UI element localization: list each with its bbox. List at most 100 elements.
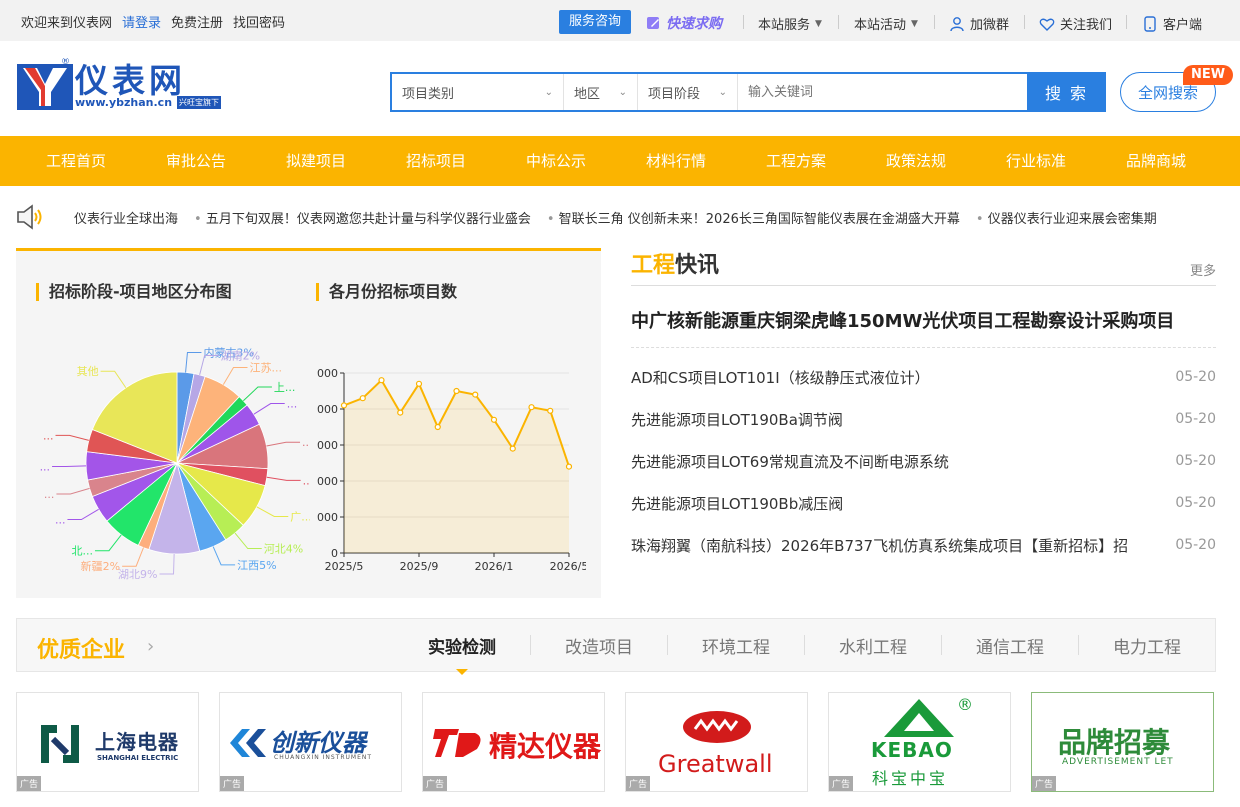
- x-tick-label: 2025/9: [400, 560, 439, 573]
- line-point[interactable]: [415, 380, 423, 387]
- line-point[interactable]: [472, 391, 479, 398]
- region-pie-chart: 内蒙古3%湖南2%江苏...上............广...河北4%江西5%湖…: [40, 345, 310, 580]
- phone-icon: [1144, 15, 1156, 32]
- y-tick-label: 000: [317, 475, 338, 488]
- chevron-down-icon: ⌄: [618, 86, 627, 98]
- pie-label-line: [256, 506, 289, 517]
- news-item[interactable]: AD和CS项目LOT101I（核级静压式液位计） 05-20: [631, 356, 1216, 398]
- line-point[interactable]: [340, 402, 348, 409]
- news-item[interactable]: 先进能源项目LOT190Ba调节阀 05-20: [631, 398, 1216, 440]
- recover-password-link[interactable]: 找回密码: [233, 12, 285, 31]
- logo-kebao[interactable]: ® KEBAO 科宝中宝 广告: [828, 692, 1011, 792]
- news-item[interactable]: 先进能源项目LOT190Bb减压阀 05-20: [631, 482, 1216, 524]
- y-tick-label: 000: [317, 439, 338, 452]
- pencil-icon: [647, 17, 659, 29]
- pie-slice-label: 新疆2%: [81, 559, 120, 573]
- chevron-right-icon[interactable]: ›: [147, 636, 154, 657]
- news-item[interactable]: 先进能源项目LOT69常规直流及不间断电源系统 05-20: [631, 440, 1216, 482]
- x-tick-label: 2025/5: [325, 560, 364, 573]
- site-services-menu[interactable]: 本站服务 ▼: [758, 14, 822, 33]
- line-point[interactable]: [397, 409, 404, 416]
- news-item-date: 05-20: [1175, 537, 1216, 553]
- ticker-item[interactable]: 智联长三角 仪创新未来！2026长三角国际智能仪表展在金湖盛大开幕: [547, 208, 960, 227]
- site-events-label: 本站活动: [854, 18, 907, 33]
- ticker-item[interactable]: 仪器仪表行业迎来展会密集期: [976, 208, 1157, 227]
- news-ticker: 仪表行业全球出海 五月下旬双展！仪表网邀您共赴计量与科学仪器行业盛会 智联长三角…: [16, 202, 1216, 232]
- follow-us-link[interactable]: 关注我们: [1039, 14, 1112, 33]
- nav-item-approval[interactable]: 审批公告: [136, 136, 256, 186]
- pie-label-line: [222, 366, 248, 385]
- line-point[interactable]: [378, 377, 385, 384]
- line-point[interactable]: [528, 404, 535, 411]
- news-title-accent: 工程: [631, 253, 676, 278]
- top-bar: 欢迎来到仪表网 请登录 免费注册 找回密码 服务咨询 快速求购 本站服务 ▼ 本…: [0, 0, 1240, 41]
- nav-item-materials[interactable]: 材料行情: [616, 136, 736, 186]
- ad-tag: 广告: [17, 776, 42, 791]
- tab-renovation[interactable]: 改造项目: [531, 633, 667, 658]
- wechat-group-label: 加微群: [970, 18, 1010, 33]
- quick-buy-link[interactable]: 快速求购: [646, 13, 722, 33]
- client-link[interactable]: 客户端: [1142, 14, 1202, 33]
- nav-item-standards[interactable]: 行业标准: [976, 136, 1096, 186]
- x-tick-label: 2026/1: [475, 560, 514, 573]
- divider: [838, 15, 839, 29]
- nav-item-plans[interactable]: 工程方案: [736, 136, 856, 186]
- chevron-down-icon: ⌄: [544, 86, 553, 98]
- logo-name: Greatwall: [658, 750, 773, 778]
- ad-tag: 广告: [220, 776, 245, 791]
- logo-chuangxin[interactable]: 创新仪器 CHUANGXIN INSTRUMENT 广告: [219, 692, 402, 792]
- project-news: 工程快讯 更多 中广核新能源重庆铜梁虎峰150MW光伏项目工程勘察设计采购项目 …: [631, 248, 1216, 598]
- tab-power[interactable]: 电力工程: [1079, 633, 1215, 658]
- jingda-icon: [433, 729, 481, 757]
- logo-jingda[interactable]: 精达仪器 广告: [422, 692, 605, 792]
- region-select[interactable]: 地区 ⌄: [564, 74, 638, 110]
- region-label: 地区: [574, 86, 601, 102]
- pie-label-line: [242, 386, 272, 402]
- site-logo[interactable]: ® 仪表网 www.ybzhan.cn 兴旺宝旗下: [17, 56, 232, 114]
- wechat-group-link[interactable]: 加微群: [949, 14, 1009, 33]
- site-events-menu[interactable]: 本站活动 ▼: [854, 14, 918, 33]
- line-point[interactable]: [490, 416, 498, 423]
- tab-environment[interactable]: 环境工程: [668, 633, 804, 658]
- ad-tag: 广告: [423, 776, 448, 791]
- caret-down-icon: ▼: [815, 18, 822, 29]
- nav-item-tender[interactable]: 招标项目: [376, 136, 496, 186]
- nav-item-proposed[interactable]: 拟建项目: [256, 136, 376, 186]
- tab-lab-testing[interactable]: 实验检测: [394, 633, 530, 675]
- ticker-item[interactable]: 五月下旬双展！仪表网邀您共赴计量与科学仪器行业盛会: [194, 208, 531, 227]
- line-point[interactable]: [565, 463, 573, 470]
- category-select[interactable]: 项目类别 ⌄: [392, 74, 564, 110]
- tab-water[interactable]: 水利工程: [805, 633, 941, 658]
- nav-item-brand-mall[interactable]: 品牌商城: [1096, 136, 1216, 186]
- nav-item-policy[interactable]: 政策法规: [856, 136, 976, 186]
- logo-brand-recruit[interactable]: 品牌招募 ADVERTISEMENT LET 广告: [1031, 692, 1214, 792]
- tab-telecom[interactable]: 通信工程: [942, 633, 1078, 658]
- kebao-icon: [884, 699, 954, 737]
- pie-label-line: [52, 465, 87, 467]
- line-point[interactable]: [547, 407, 554, 414]
- line-point[interactable]: [359, 395, 366, 402]
- line-point[interactable]: [434, 423, 441, 431]
- stage-label: 项目阶段: [648, 86, 701, 102]
- pie-chart-title: 招标阶段-项目地区分布图: [36, 283, 232, 301]
- ticker-item[interactable]: 仪表行业全球出海: [74, 208, 178, 227]
- pie-slice-label: 江西5%: [237, 559, 276, 572]
- line-area: [344, 380, 569, 553]
- chevron-down-icon: ⌄: [718, 86, 727, 98]
- logo-greatwall[interactable]: Greatwall 广告: [625, 692, 808, 792]
- nav-item-award[interactable]: 中标公示: [496, 136, 616, 186]
- news-headline[interactable]: 中广核新能源重庆铜梁虎峰150MW光伏项目工程勘察设计采购项目: [631, 307, 1216, 348]
- stage-select[interactable]: 项目阶段 ⌄: [638, 74, 738, 110]
- logo-shanghai-electric[interactable]: 上海电器 SHANGHAI ELECTRIC 广告: [16, 692, 199, 792]
- pie-slice-label: 其他: [77, 365, 99, 378]
- search-button[interactable]: 搜 索: [1027, 72, 1106, 112]
- login-link[interactable]: 请登录: [122, 12, 161, 31]
- nav-item-home[interactable]: 工程首页: [16, 136, 136, 186]
- line-point[interactable]: [453, 387, 460, 395]
- register-link[interactable]: 免费注册: [171, 12, 223, 31]
- keyword-input[interactable]: [738, 74, 1027, 110]
- news-more-link[interactable]: 更多: [1190, 260, 1216, 279]
- news-item[interactable]: 珠海翔翼（南航科技）2026年B737飞机仿真系统集成项目【重新招标】招 05-2…: [631, 524, 1216, 566]
- service-button[interactable]: 服务咨询: [559, 10, 631, 34]
- line-point[interactable]: [509, 445, 516, 452]
